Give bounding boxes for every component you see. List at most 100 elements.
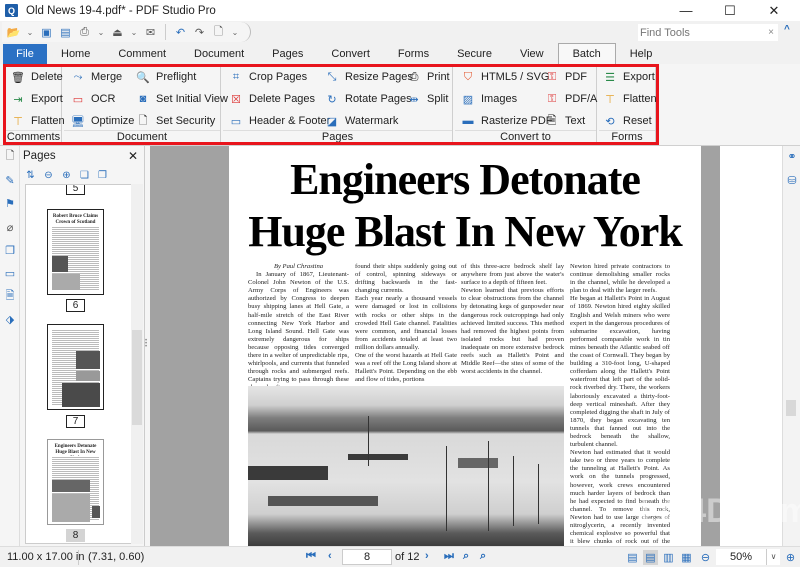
next-page-icon[interactable]: › — [425, 550, 429, 562]
watermark-button[interactable]: ◪ Watermark — [325, 111, 399, 131]
open-icon[interactable]: 📂 — [6, 25, 21, 40]
redo-icon[interactable]: ↷ — [192, 25, 207, 40]
tab-pages[interactable]: Pages — [258, 44, 317, 64]
vertical-scrollbar-thumb[interactable] — [786, 400, 796, 416]
undo-icon[interactable]: ↶ — [173, 25, 188, 40]
collapse-ribbon-icon[interactable]: ^ — [784, 24, 790, 35]
tag-icon[interactable]: ⬗ — [3, 312, 17, 326]
attachment-icon[interactable]: ⌀ — [3, 220, 17, 234]
facing-view-icon[interactable]: ▥ — [661, 550, 676, 565]
close-button[interactable]: ✕ — [752, 0, 796, 21]
crop-pages-button[interactable]: ⌗ Crop Pages — [229, 67, 307, 87]
save-as-icon[interactable]: ▤ — [58, 25, 73, 40]
rasterize-pdf-button[interactable]: ▬ Rasterize PDF — [461, 111, 553, 131]
rotate-pages-button[interactable]: ↻ Rotate Pages — [325, 89, 411, 109]
right-sidebar: ⚭ ⛁ — [782, 146, 800, 546]
set-initial-view-button[interactable]: ◙ Set Initial View — [136, 89, 228, 109]
previous-page-icon[interactable]: ‹ — [328, 550, 332, 562]
page-thumbnail-7[interactable] — [47, 324, 104, 410]
convert-images-button[interactable]: ▨ Images — [461, 89, 517, 109]
pages-panel-icon[interactable]: ❐ — [3, 243, 17, 257]
next-view-icon[interactable]: ⌕ — [480, 550, 486, 563]
batch-print-button[interactable]: ⎙ Print — [407, 67, 450, 87]
close-panel-icon[interactable]: ✕ — [128, 149, 138, 163]
customize-dropdown-icon[interactable]: ⌄ — [230, 25, 240, 40]
page-icon[interactable]: 🗋 — [3, 149, 17, 163]
link-icon[interactable]: ⚭ — [785, 149, 799, 163]
tab-view[interactable]: View — [506, 44, 558, 64]
signature-icon[interactable]: ✎ — [3, 173, 17, 187]
continuous-facing-view-icon[interactable]: ▦ — [679, 550, 694, 565]
find-tools-input[interactable]: Find Tools × — [638, 24, 778, 41]
forms-export-button[interactable]: ☰ Export — [603, 67, 655, 87]
merge-button[interactable]: ⤳ Merge — [71, 67, 123, 87]
button-label: Set Initial View — [156, 93, 228, 105]
thumbnail-options-icon[interactable]: ⇅ — [23, 168, 38, 182]
splitter-grip-icon[interactable]: • • • — [145, 338, 147, 350]
resize-pages-button[interactable]: ⤡ Resize Pages — [325, 67, 413, 87]
convert-html5-svg-button[interactable]: ⛉ HTML5 / SVG — [461, 67, 550, 87]
scan-icon[interactable]: ⏏ — [110, 25, 125, 40]
zoom-dropdown-icon[interactable]: ∨ — [766, 549, 780, 565]
comments-flatten-button[interactable]: ⊤ Flatten — [11, 111, 64, 131]
tab-document[interactable]: Document — [180, 44, 258, 64]
zoom-out-thumbnails-icon[interactable]: ⊖ — [41, 168, 56, 182]
zoom-level-input[interactable]: 50% — [716, 549, 766, 565]
comments-export-button[interactable]: ⇥ Export — [11, 89, 62, 109]
last-page-icon[interactable]: ⏭ — [444, 550, 454, 563]
page-thumbnail-6[interactable]: Robert Bruce Claims Crown of Scotland — [47, 209, 104, 295]
pdfa-icon: ⚿ — [547, 92, 557, 105]
open-dropdown-icon[interactable]: ⌄ — [25, 25, 35, 40]
minimize-button[interactable]: — — [664, 0, 708, 21]
print-dropdown-icon[interactable]: ⌄ — [96, 25, 106, 40]
pdf-page[interactable]: Engineers Detonate Huge Blast In New Yor… — [229, 146, 701, 546]
tab-convert[interactable]: Convert — [317, 44, 384, 64]
header-footer-button[interactable]: ▭ Header & Footer — [229, 111, 331, 131]
ocr-button[interactable]: ▭ OCR — [71, 89, 116, 109]
forms-reset-button[interactable]: ⟲ Reset — [603, 111, 651, 131]
split-button[interactable]: ⇹ Split — [407, 89, 448, 109]
clear-search-icon[interactable]: × — [768, 27, 774, 38]
tab-home[interactable]: Home — [47, 44, 104, 64]
zoom-out-icon[interactable]: ⊖ — [698, 550, 713, 565]
current-page-input[interactable]: 8 — [342, 549, 392, 565]
convert-pdf-button[interactable]: ⚿ PDF — [545, 67, 587, 87]
tab-batch[interactable]: Batch — [557, 43, 616, 64]
tab-secure[interactable]: Secure — [443, 44, 506, 64]
thumbnail-scrollbar-thumb[interactable] — [132, 330, 142, 425]
convert-text-button[interactable]: 🗎 Text — [545, 111, 586, 131]
tab-comment[interactable]: Comment — [104, 44, 180, 64]
print-preview-icon[interactable]: 🗋 — [211, 25, 226, 40]
email-icon[interactable]: ✉ — [143, 25, 158, 40]
layers-icon[interactable]: ▭ — [3, 266, 17, 280]
first-page-icon[interactable]: ⏮ — [306, 550, 316, 563]
previous-view-icon[interactable]: ⌕ — [463, 550, 469, 563]
button-label: Crop Pages — [249, 71, 308, 83]
tab-file[interactable]: File — [3, 44, 47, 64]
database-icon[interactable]: ⛁ — [785, 173, 799, 187]
preflight-button[interactable]: 🔍 Preflight — [136, 67, 196, 87]
button-label: Optimize — [91, 115, 135, 127]
zoom-in-thumbnails-icon[interactable]: ⊕ — [59, 168, 74, 182]
insert-pages-icon[interactable]: ❏ — [77, 168, 92, 182]
optimize-button[interactable]: 🖥 Optimize — [71, 111, 134, 131]
delete-pages-button[interactable]: ☒ Delete Pages — [229, 89, 315, 109]
thumbnail-list[interactable]: 5 Robert Bruce Claims Crown of Scotland … — [25, 184, 138, 544]
save-icon[interactable]: ▣ — [39, 25, 54, 40]
maximize-button[interactable]: ☐ — [708, 0, 752, 21]
tab-forms[interactable]: Forms — [384, 44, 443, 64]
fields-icon[interactable]: 🗎 — [3, 289, 17, 303]
print-icon[interactable]: ⎙ — [77, 25, 92, 40]
scan-dropdown-icon[interactable]: ⌄ — [129, 25, 139, 40]
tab-help[interactable]: Help — [616, 44, 667, 64]
forms-flatten-button[interactable]: ⊤ Flatten — [603, 89, 656, 109]
zoom-in-icon[interactable]: ⊕ — [783, 550, 798, 565]
continuous-view-icon[interactable]: ▤ — [643, 550, 658, 565]
page-thumbnail-8[interactable]: Engineers Detonate Huge Blast In New Yor… — [47, 439, 104, 525]
extract-pages-icon[interactable]: ❐ — [95, 168, 110, 182]
convert-pdfa-button[interactable]: ⚿ PDF/A — [545, 89, 598, 109]
single-page-view-icon[interactable]: ▤ — [625, 550, 640, 565]
comments-delete-button[interactable]: 🗑 Delete — [11, 67, 63, 87]
bookmark-flag-icon[interactable]: ⚑ — [3, 196, 17, 210]
set-security-button[interactable]: 🗋 Set Security — [136, 111, 216, 131]
